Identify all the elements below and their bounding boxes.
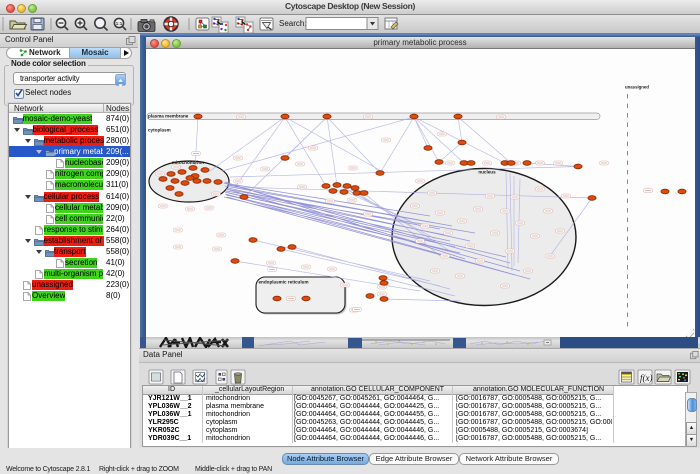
svg-text:Search:: Search: [279, 19, 307, 28]
svg-text:cytoplasm: cytoplasm [148, 128, 171, 133]
svg-text:f(x): f(x) [640, 373, 653, 383]
svg-text:plasma membrane: plasma membrane [148, 113, 189, 118]
svg-text:nucleus: nucleus [478, 170, 496, 175]
svg-text:unassigned: unassigned [625, 85, 649, 90]
svg-text:mitochondrion: mitochondrion [172, 160, 204, 165]
svg-text:1:1: 1:1 [116, 21, 123, 26]
svg-text:endoplasmic reticulum: endoplasmic reticulum [259, 280, 309, 285]
